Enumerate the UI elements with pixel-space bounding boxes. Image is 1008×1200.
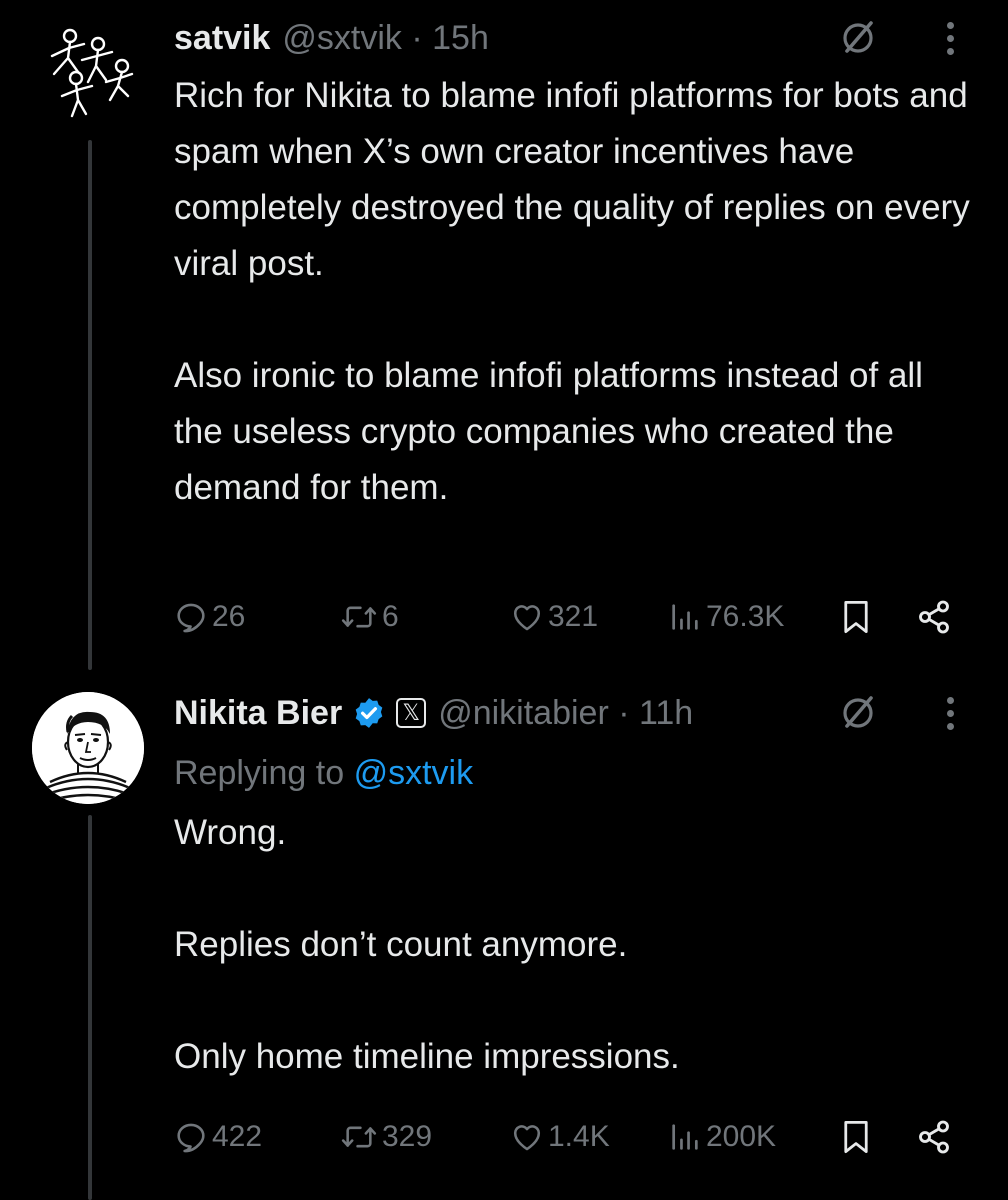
grok-button[interactable] — [836, 691, 880, 735]
avatar[interactable] — [32, 692, 144, 804]
reply-icon — [177, 1123, 205, 1153]
like-button[interactable]: 1.4K — [510, 1112, 610, 1162]
replying-to-line: Replying to @sxtvik — [174, 745, 974, 801]
author-handle-text[interactable]: @sxtvik — [282, 19, 402, 57]
share-button[interactable] — [916, 592, 952, 642]
bookmark-button[interactable] — [838, 592, 874, 642]
more-options-button[interactable] — [938, 16, 962, 60]
author-handle-text[interactable]: @nikitabier — [438, 694, 609, 732]
post-timestamp[interactable]: 15h — [432, 19, 489, 57]
views-button[interactable]: 200K — [668, 1112, 776, 1162]
post-satvik[interactable]: satvik @sxtvik · 15h Rich for Nikita to … — [0, 0, 1008, 680]
post-paragraph: Only home timeline impressions. — [174, 1037, 680, 1076]
like-count: 321 — [548, 600, 599, 633]
grok-button[interactable] — [836, 16, 880, 60]
grok-icon — [843, 21, 873, 53]
post-actions: 26 6 321 76.3K — [174, 592, 964, 642]
post-actions: 422 329 1.4K 200K — [174, 1112, 964, 1162]
views-button[interactable]: 76.3K — [668, 592, 784, 642]
share-icon — [919, 600, 949, 634]
repost-count: 329 — [382, 1120, 433, 1153]
bookmark-icon — [844, 1120, 868, 1154]
repost-icon — [341, 606, 377, 628]
reply-count: 422 — [212, 1120, 263, 1153]
like-icon — [513, 605, 541, 631]
author-handle[interactable]: @sxtvik · 15h — [282, 19, 488, 58]
author-handle[interactable]: @nikitabier · 11h — [438, 694, 693, 733]
like-count: 1.4K — [548, 1120, 610, 1153]
views-icon — [672, 1124, 698, 1150]
post-header: satvik @sxtvik · 15h — [174, 8, 974, 68]
reply-button[interactable]: 26 — [174, 592, 245, 642]
post-timestamp[interactable]: 11h — [639, 694, 693, 732]
post-text: Wrong. Replies don’t count anymore. Only… — [174, 805, 974, 1085]
replying-to-label: Replying to — [174, 754, 345, 792]
conversation-thread: satvik @sxtvik · 15h Rich for Nikita to … — [0, 0, 1008, 1200]
post-paragraph: Also ironic to blame infofi platforms in… — [174, 356, 933, 507]
views-count: 200K — [706, 1120, 777, 1153]
share-icon — [919, 1120, 949, 1154]
stick-figure-drawing-avatar — [50, 28, 134, 118]
more-options-button[interactable] — [938, 691, 962, 735]
like-button[interactable]: 321 — [510, 592, 598, 642]
avatar[interactable] — [32, 16, 144, 128]
reply-button[interactable]: 422 — [174, 1112, 262, 1162]
more-icon — [946, 696, 954, 704]
repost-button[interactable]: 6 — [340, 592, 399, 642]
reply-count: 26 — [212, 600, 246, 633]
views-count: 76.3K — [706, 600, 785, 633]
author-name[interactable]: Nikita Bier — [174, 694, 342, 733]
post-paragraph: Replies don’t count anymore. — [174, 925, 628, 964]
like-icon — [513, 1125, 541, 1151]
repost-count: 6 — [382, 600, 399, 633]
repost-button[interactable]: 329 — [340, 1112, 432, 1162]
author-name[interactable]: satvik — [174, 19, 270, 58]
repost-icon — [341, 1126, 377, 1148]
affiliate-badge-x[interactable]: 𝕏 — [396, 698, 427, 728]
bookmark-button[interactable] — [838, 1112, 874, 1162]
bookmark-icon — [844, 600, 868, 634]
more-icon — [946, 21, 954, 29]
replying-to-handle-link[interactable]: @sxtvik — [354, 754, 474, 792]
post-text: Rich for Nikita to blame infofi platform… — [174, 68, 974, 516]
share-button[interactable] — [916, 1112, 952, 1162]
views-icon — [672, 604, 698, 630]
reply-icon — [177, 603, 205, 633]
sketch-portrait-avatar — [32, 692, 144, 804]
verified-badge-icon[interactable] — [352, 696, 386, 730]
post-nikita-bier[interactable]: Nikita Bier 𝕏 @nikitabier · 11h Replying… — [0, 680, 1008, 1200]
grok-icon — [843, 696, 873, 728]
post-paragraph: Wrong. — [174, 813, 287, 852]
post-header: Nikita Bier 𝕏 @nikitabier · 11h — [174, 683, 974, 743]
post-paragraph: Rich for Nikita to blame infofi platform… — [174, 76, 980, 283]
